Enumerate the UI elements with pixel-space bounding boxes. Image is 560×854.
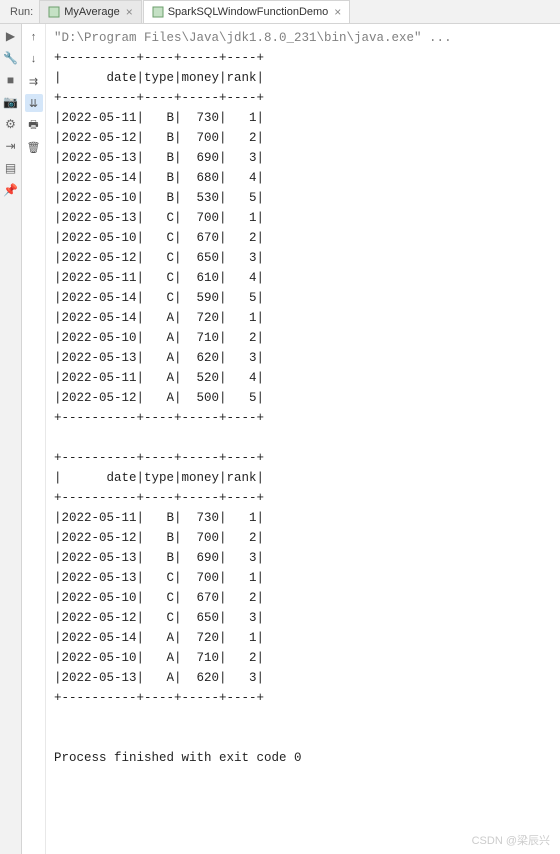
- gear-icon[interactable]: ⚙: [3, 116, 19, 132]
- stop-icon[interactable]: ■: [3, 72, 19, 88]
- table-border: +----------+----+-----+----+: [54, 48, 552, 68]
- table-border: +----------+----+-----+----+: [54, 688, 552, 708]
- table-border: +----------+----+-----+----+: [54, 408, 552, 428]
- tab-sparksql[interactable]: SparkSQLWindowFunctionDemo ×: [143, 0, 351, 23]
- softwrap-icon[interactable]: ⇉: [25, 72, 43, 90]
- run-icon[interactable]: ▶: [3, 28, 19, 44]
- camera-icon[interactable]: 📷: [3, 94, 19, 110]
- watermark: CSDN @梁辰兴: [472, 832, 550, 848]
- file-icon: [152, 6, 164, 18]
- main-area: ▶ 🔧 ■ 📷 ⚙ ⇥ ▤ 📌 ↑ ↓ ⇉ ⇊ 🖶 🗑 "D:\Program …: [0, 24, 560, 854]
- table-header: | date|type|money|rank|: [54, 468, 552, 488]
- print-icon[interactable]: 🖶: [25, 116, 43, 134]
- table-row: |2022-05-11| B| 730| 1|: [54, 508, 552, 528]
- run-label: Run:: [4, 6, 39, 18]
- table-border: +----------+----+-----+----+: [54, 448, 552, 468]
- table-row: |2022-05-11| A| 520| 4|: [54, 368, 552, 388]
- table-border: +----------+----+-----+----+: [54, 488, 552, 508]
- up-arrow-icon[interactable]: ↑: [25, 28, 43, 46]
- table-row: |2022-05-10| B| 530| 5|: [54, 188, 552, 208]
- blank-line: [54, 428, 552, 448]
- down-arrow-icon[interactable]: ↓: [25, 50, 43, 68]
- second-toolbar: ↑ ↓ ⇉ ⇊ 🖶 🗑: [22, 24, 46, 854]
- table-row: |2022-05-12| C| 650| 3|: [54, 608, 552, 628]
- clear-icon[interactable]: 🗑: [25, 138, 43, 156]
- table-row: |2022-05-10| A| 710| 2|: [54, 648, 552, 668]
- exit-message: Process finished with exit code 0: [54, 748, 552, 768]
- table-row: |2022-05-12| B| 700| 2|: [54, 528, 552, 548]
- tab-label: MyAverage: [64, 6, 119, 18]
- close-icon[interactable]: ×: [334, 5, 341, 19]
- command-line: "D:\Program Files\Java\jdk1.8.0_231\bin\…: [54, 28, 552, 48]
- table-row: |2022-05-14| C| 590| 5|: [54, 288, 552, 308]
- blank-line: [54, 708, 552, 728]
- table-row: |2022-05-14| B| 680| 4|: [54, 168, 552, 188]
- exit-icon[interactable]: ⇥: [3, 138, 19, 154]
- table-row: |2022-05-14| A| 720| 1|: [54, 308, 552, 328]
- table-row: |2022-05-12| B| 700| 2|: [54, 128, 552, 148]
- table-row: |2022-05-13| A| 620| 3|: [54, 668, 552, 688]
- table-row: |2022-05-10| C| 670| 2|: [54, 228, 552, 248]
- left-toolbar: ▶ 🔧 ■ 📷 ⚙ ⇥ ▤ 📌: [0, 24, 22, 854]
- wrench-icon[interactable]: 🔧: [3, 50, 19, 66]
- table-row: |2022-05-13| B| 690| 3|: [54, 548, 552, 568]
- table-row: |2022-05-10| C| 670| 2|: [54, 588, 552, 608]
- layout-icon[interactable]: ▤: [3, 160, 19, 176]
- table-row: |2022-05-11| B| 730| 1|: [54, 108, 552, 128]
- table-row: |2022-05-13| B| 690| 3|: [54, 148, 552, 168]
- blank-line: [54, 728, 552, 748]
- tab-myaverage[interactable]: MyAverage ×: [39, 0, 141, 23]
- table-border: +----------+----+-----+----+: [54, 88, 552, 108]
- table-header: | date|type|money|rank|: [54, 68, 552, 88]
- console-output[interactable]: "D:\Program Files\Java\jdk1.8.0_231\bin\…: [46, 24, 560, 854]
- tab-label: SparkSQLWindowFunctionDemo: [168, 6, 329, 18]
- table-row: |2022-05-13| A| 620| 3|: [54, 348, 552, 368]
- table-row: |2022-05-13| C| 700| 1|: [54, 568, 552, 588]
- table-row: |2022-05-10| A| 710| 2|: [54, 328, 552, 348]
- table-row: |2022-05-14| A| 720| 1|: [54, 628, 552, 648]
- table-row: |2022-05-11| C| 610| 4|: [54, 268, 552, 288]
- close-icon[interactable]: ×: [126, 5, 133, 19]
- table-row: |2022-05-13| C| 700| 1|: [54, 208, 552, 228]
- file-icon: [48, 6, 60, 18]
- table-row: |2022-05-12| C| 650| 3|: [54, 248, 552, 268]
- pin-icon[interactable]: 📌: [3, 182, 19, 198]
- top-bar: Run: MyAverage × SparkSQLWindowFunctionD…: [0, 0, 560, 24]
- table-row: |2022-05-12| A| 500| 5|: [54, 388, 552, 408]
- scroll-to-end-icon[interactable]: ⇊: [25, 94, 43, 112]
